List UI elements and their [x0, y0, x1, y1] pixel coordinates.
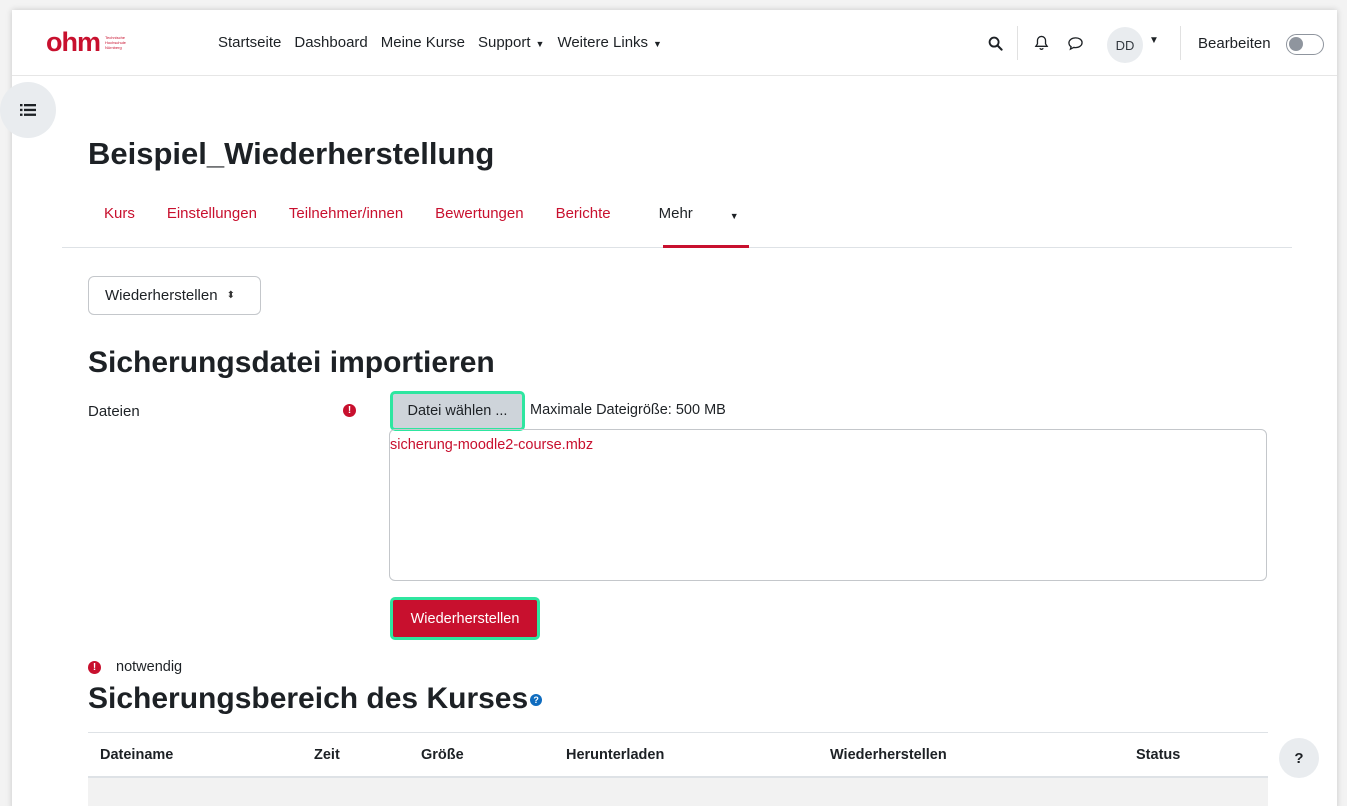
navbar-divider — [1017, 26, 1018, 60]
column-header: Wiederherstellen — [830, 747, 947, 763]
nav-link-label: Weitere Links — [557, 34, 649, 51]
action-select-value: Wiederherstellen — [105, 287, 218, 304]
edit-mode-label: Bearbeiten — [1198, 35, 1271, 52]
course-index-toggle[interactable] — [0, 82, 56, 138]
nav-link-label: Support — [477, 34, 531, 51]
max-file-size: Maximale Dateigröße: 500 MB — [530, 402, 726, 418]
tab-mehr[interactable]: Mehr ▼ — [627, 205, 771, 222]
message-icon[interactable] — [1064, 32, 1086, 54]
nav-link-weitere-links[interactable]: Weitere Links ▼ — [557, 34, 662, 51]
action-select[interactable]: Wiederherstellen ⬍ — [88, 276, 261, 315]
ohm-logo[interactable]: ohm Technische Hochschule Nürnberg — [46, 27, 126, 57]
file-drop-area[interactable]: sicherung-moodle2-course.mbz — [389, 429, 1267, 581]
column-header: Dateiname — [100, 747, 174, 763]
search-icon[interactable] — [984, 32, 1006, 54]
column-header: Zeit — [314, 747, 340, 763]
backup-table-header: Dateiname Zeit Größe Herunterladen Wiede… — [88, 732, 1268, 778]
chevron-down-icon[interactable]: ▼ — [1149, 35, 1159, 46]
column-header: Status — [1136, 747, 1181, 763]
import-heading: Sicherungsdatei importieren — [88, 346, 495, 379]
choose-file-label: Datei wählen ... — [407, 403, 508, 419]
chevron-down-icon: ▼ — [535, 38, 545, 49]
top-navbar: ohm Technische Hochschule Nürnberg Start… — [12, 10, 1337, 76]
edit-mode-toggle[interactable] — [1286, 34, 1324, 55]
help-icon[interactable]: ? — [530, 694, 543, 707]
browser-frame: ohm Technische Hochschule Nürnberg Start… — [0, 10, 1337, 806]
active-tab-indicator — [663, 245, 749, 248]
secondary-navigation: Kurs Einstellungen Teilnehmer/innen Bewe… — [88, 205, 771, 222]
primary-navigation: Startseite Dashboard Meine Kurse Support… — [218, 34, 662, 51]
nav-link-meine-kurse[interactable]: Meine Kurse — [381, 34, 465, 51]
list-icon — [20, 104, 36, 116]
backup-area-title: Sicherungsbereich des Kurses — [88, 682, 529, 715]
required-icon: ! — [343, 404, 356, 417]
tab-teilnehmer[interactable]: Teilnehmer/innen — [273, 205, 419, 222]
tab-bewertungen[interactable]: Bewertungen — [419, 205, 539, 222]
files-field-label: Dateien — [88, 403, 140, 420]
logo-subtitle: Technische Hochschule Nürnberg — [105, 35, 126, 50]
help-button[interactable]: ? — [1279, 738, 1319, 778]
nav-link-label: Meine Kurse — [380, 34, 465, 51]
tab-mehr-label: Mehr — [658, 205, 693, 222]
required-icon: ! — [88, 661, 101, 674]
column-header: Größe — [421, 747, 464, 763]
logo-sub-line: Nürnberg — [105, 44, 122, 50]
bell-icon[interactable] — [1030, 32, 1052, 54]
backup-area-heading: Sicherungsbereich des Kurses? — [88, 682, 543, 716]
choose-file-button[interactable]: Datei wählen ... — [390, 391, 525, 431]
sort-arrows-icon: ⬍ — [226, 290, 235, 301]
restore-button[interactable]: Wiederherstellen — [390, 597, 540, 640]
nav-link-dashboard[interactable]: Dashboard — [294, 34, 367, 51]
help-button-label: ? — [1294, 749, 1304, 767]
chevron-down-icon: ▼ — [653, 38, 662, 49]
user-avatar[interactable]: DD — [1107, 27, 1143, 63]
selected-file-link[interactable]: sicherung-moodle2-course.mbz — [390, 437, 593, 453]
required-legend: notwendig — [116, 659, 183, 675]
toggle-knob — [1289, 37, 1303, 51]
page-title: Beispiel_Wiederherstellung — [88, 136, 495, 171]
avatar-initials: DD — [1115, 37, 1135, 53]
chevron-down-icon: ▼ — [729, 211, 739, 221]
nav-link-support[interactable]: Support ▼ — [478, 34, 544, 51]
nav-link-startseite[interactable]: Startseite — [218, 34, 281, 51]
nav-link-label: Dashboard — [294, 34, 368, 51]
logo-wordmark: ohm — [46, 26, 101, 57]
table-row — [88, 778, 1268, 806]
tab-kurs[interactable]: Kurs — [88, 205, 151, 222]
column-header: Herunterladen — [566, 747, 665, 763]
tab-einstellungen[interactable]: Einstellungen — [151, 205, 273, 222]
navbar-divider — [1180, 26, 1181, 60]
nav-link-label: Startseite — [218, 34, 282, 51]
tab-berichte[interactable]: Berichte — [540, 205, 627, 222]
restore-button-label: Wiederherstellen — [410, 610, 520, 627]
